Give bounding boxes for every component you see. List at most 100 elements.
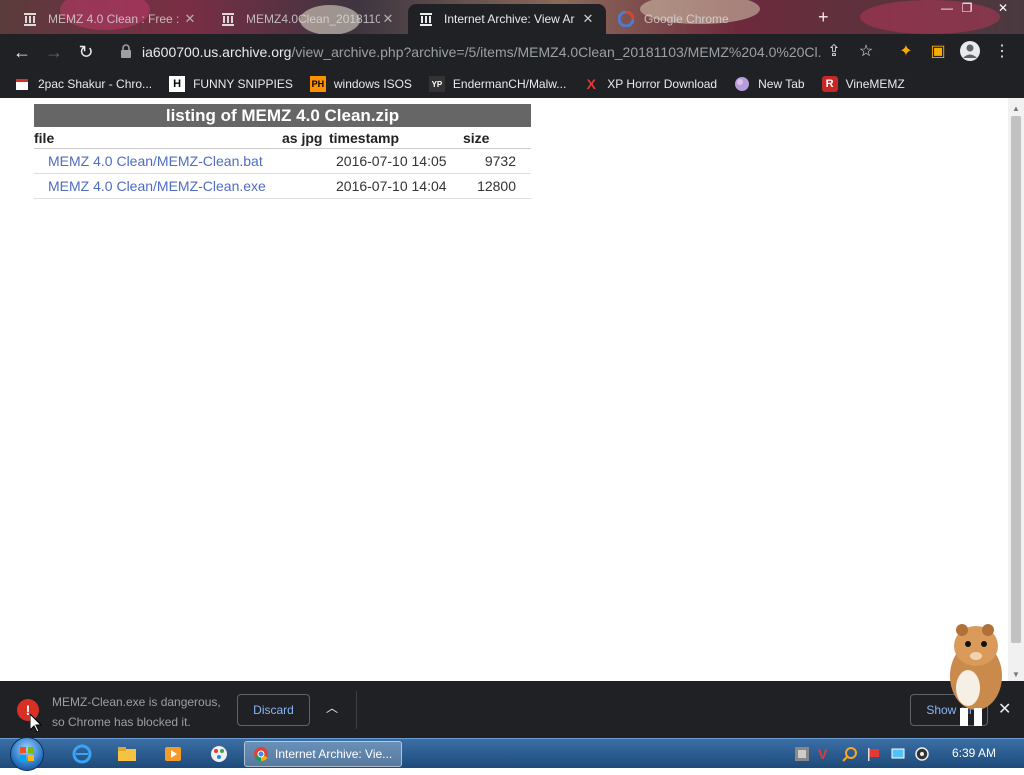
back-icon[interactable]: ← (10, 40, 34, 64)
tray-search-icon[interactable] (842, 746, 858, 762)
tab-memz-free[interactable]: MEMZ 4.0 Clean : Free : ✕ (12, 4, 208, 34)
ph-logo-icon: PH (309, 76, 326, 92)
google-icon (618, 11, 634, 27)
hamster-image (938, 616, 1008, 736)
file-link[interactable]: MEMZ 4.0 Clean/MEMZ-Clean.bat (48, 153, 263, 169)
archive-icon (418, 11, 434, 27)
tab-title: MEMZ 4.0 Clean : Free : (48, 12, 180, 26)
header-size: size (463, 130, 490, 146)
window-close-icon[interactable]: ✕ (988, 0, 1018, 20)
scroll-down-icon[interactable]: ▼ (1012, 670, 1020, 679)
bookmark-xp-horror[interactable]: X XP Horror Download (583, 76, 718, 92)
bookmark-label: New Tab (758, 77, 805, 91)
close-icon[interactable]: ✕ (380, 11, 396, 27)
page-title: listing of MEMZ 4.0 Clean.zip (34, 104, 531, 127)
bookmark-funny-snippies[interactable]: H FUNNY SNIPPIES (169, 76, 293, 92)
taskbar: Internet Archive: Vie... V 6:39 AM (0, 737, 1024, 771)
tray-v-icon[interactable]: V (818, 746, 834, 762)
bookmark-new-tab[interactable]: New Tab (734, 76, 805, 92)
reload-icon[interactable]: ↻ (74, 40, 98, 64)
bookmark-label: XP Horror Download (607, 77, 718, 91)
download-bar: ! MEMZ-Clean.exe is dangerous, so Chrome… (0, 681, 1024, 738)
header-file: file (34, 130, 55, 146)
taskbar-chrome-window[interactable]: Internet Archive: Vie... (244, 741, 402, 767)
tab-google-chrome[interactable]: Google Chrome (608, 4, 808, 34)
bookmark-vinememz[interactable]: R VineMEMZ (821, 76, 905, 92)
divider (356, 691, 357, 729)
bookmark-endermanch[interactable]: YP EndermanCH/Malw... (428, 76, 567, 92)
star-icon[interactable]: ☆ (854, 40, 878, 64)
bookmark-label: VineMEMZ (845, 77, 905, 91)
start-button[interactable] (10, 737, 44, 771)
mouse-cursor-icon (29, 712, 43, 737)
r-logo-icon: R (821, 76, 838, 92)
flag-icon[interactable] (866, 746, 882, 762)
tray-app-icon[interactable] (794, 746, 810, 762)
discard-button[interactable]: Discard (237, 694, 310, 726)
share-icon[interactable]: ⇪ (822, 40, 846, 64)
download-warning-line1: MEMZ-Clean.exe is dangerous, (52, 695, 221, 709)
yp-logo-icon: YP (428, 76, 445, 92)
header-as-jpg: as jpg (282, 130, 323, 146)
restore-icon[interactable]: ❐ (952, 0, 982, 20)
bookmark-2pac[interactable]: 2pac Shakur - Chro... (14, 76, 152, 92)
volume-icon[interactable] (914, 746, 930, 762)
close-icon[interactable]: ✕ (182, 11, 198, 27)
taskbar-task-label: Internet Archive: Vie... (275, 747, 393, 761)
tab-strip: MEMZ 4.0 Clean : Free : ✕ MEMZ4.0Clean_2… (0, 0, 1024, 34)
table-row: MEMZ 4.0 Clean/MEMZ-Clean.bat 2016-07-10… (34, 149, 531, 174)
browser-toolbar: ← → ↻ ia600700.us.archive.org/view_archi… (0, 34, 1024, 70)
archive-icon (22, 11, 38, 27)
media-player-icon[interactable] (163, 744, 183, 764)
system-clock[interactable]: 6:39 AM (952, 746, 996, 760)
table-row: MEMZ 4.0 Clean/MEMZ-Clean.exe 2016-07-10… (34, 174, 531, 199)
bookmarks-bar: 2pac Shakur - Chro... H FUNNY SNIPPIES P… (0, 70, 1024, 98)
url-path: /view_archive.php?archive=/5/items/MEMZ4… (291, 44, 822, 60)
file-link[interactable]: MEMZ 4.0 Clean/MEMZ-Clean.exe (48, 178, 266, 194)
network-icon[interactable] (890, 746, 906, 762)
tab-title: Internet Archive: View Ar (444, 12, 575, 26)
bookmark-label: 2pac Shakur - Chro... (38, 77, 153, 91)
internet-explorer-icon[interactable] (72, 744, 92, 764)
file-size: 12800 (477, 178, 516, 194)
new-tab-button[interactable]: + (818, 7, 829, 28)
globe-icon (734, 76, 750, 92)
chevron-up-icon[interactable]: ︿ (326, 699, 338, 716)
tab-title: MEMZ4.0Clean_2018110 (246, 12, 380, 26)
tab-memz-clean[interactable]: MEMZ4.0Clean_2018110 ✕ (210, 4, 406, 34)
x-logo-icon: X (586, 76, 596, 92)
forward-icon[interactable]: → (42, 40, 66, 64)
close-icon[interactable]: ✕ (580, 11, 596, 27)
vertical-scrollbar[interactable]: ▲ ▼ (1008, 98, 1024, 681)
bookmark-windows-isos[interactable]: PH windows ISOS (309, 76, 412, 92)
folder-icon[interactable] (117, 744, 137, 764)
file-timestamp: 2016-07-10 14:04 (336, 178, 447, 194)
calendar-icon (14, 76, 30, 92)
header-timestamp: timestamp (329, 130, 400, 146)
page-content: listing of MEMZ 4.0 Clean.zip file as jp… (0, 98, 1008, 681)
scrollbar-thumb[interactable] (1011, 116, 1021, 643)
scroll-up-icon[interactable]: ▲ (1012, 104, 1020, 113)
file-timestamp: 2016-07-10 14:05 (336, 153, 447, 169)
bookmark-label: EndermanCH/Malw... (452, 77, 567, 91)
tab-title: Google Chrome (644, 12, 729, 26)
table-header: file as jpg timestamp size (34, 127, 531, 149)
paint-icon[interactable] (209, 744, 229, 764)
profile-icon[interactable] (958, 40, 982, 64)
url-host: ia600700.us.archive.org (142, 44, 292, 60)
lock-icon[interactable] (120, 44, 134, 60)
archive-listing: listing of MEMZ 4.0 Clean.zip file as jp… (34, 104, 531, 199)
chrome-icon (254, 747, 268, 762)
download-warning-line2: so Chrome has blocked it. (52, 715, 191, 729)
menu-icon[interactable]: ⋮ (990, 40, 1014, 64)
sidepanel-icon[interactable]: ▣ (926, 40, 950, 64)
extensions-icon[interactable]: ✦ (894, 40, 918, 64)
tab-internet-archive[interactable]: Internet Archive: View Ar ✕ (408, 4, 606, 34)
download-warning[interactable]: MEMZ-Clean.exe is dangerous, so Chrome h… (52, 692, 232, 732)
archive-icon (220, 11, 236, 27)
h-logo-icon: H (169, 76, 186, 92)
bookmark-label: windows ISOS (333, 77, 412, 91)
address-bar[interactable]: ia600700.us.archive.org/view_archive.php… (108, 38, 888, 66)
file-size: 9732 (484, 153, 516, 169)
bookmark-label: FUNNY SNIPPIES (193, 77, 293, 91)
